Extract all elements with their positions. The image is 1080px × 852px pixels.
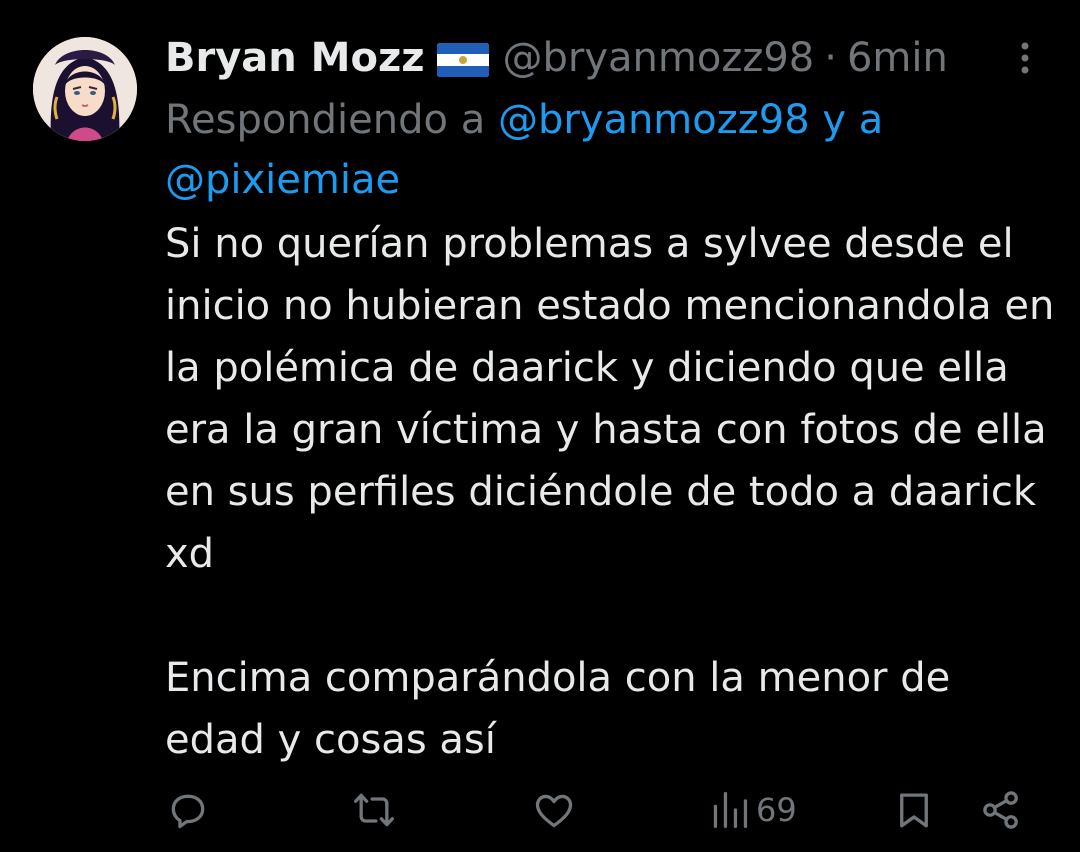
reply-icon	[171, 794, 205, 829]
tweet-paragraph-1: Si no querían problemas a sylvee desde e…	[165, 221, 1055, 577]
tweet-paragraph-2: Encima comparándola con la menor de edad…	[165, 655, 951, 763]
mention-link-1[interactable]: @bryanmozz98	[498, 97, 810, 143]
heart-icon	[535, 794, 573, 828]
more-options-button[interactable]	[1010, 40, 1040, 76]
retweet-icon	[354, 793, 394, 827]
views-count: 69	[756, 791, 797, 829]
share-button[interactable]	[979, 786, 1023, 834]
mention-link-2[interactable]: @pixiemiae	[165, 157, 400, 203]
views-button[interactable]: 69	[710, 786, 797, 834]
bookmark-icon	[900, 793, 928, 828]
bookmark-button[interactable]	[893, 786, 935, 834]
avatar-image	[33, 37, 137, 141]
share-icon	[983, 791, 1018, 829]
el-salvador-flag-icon	[436, 41, 489, 77]
more-vertical-icon	[1021, 42, 1029, 74]
separator-dot: ·	[824, 35, 837, 81]
avatar[interactable]	[33, 37, 137, 141]
views-icon	[713, 792, 748, 828]
tweet-header: Bryan Mozz @bryanmozz98 · 6min	[165, 30, 948, 86]
like-button[interactable]	[532, 786, 576, 834]
retweet-button[interactable]	[352, 786, 396, 834]
timestamp[interactable]: 6min	[847, 35, 948, 81]
action-bar: 69	[0, 780, 1080, 840]
reply-button[interactable]	[166, 786, 210, 834]
author-handle[interactable]: @bryanmozz98	[503, 35, 815, 81]
replying-to-line: Respondiendo a @bryanmozz98 y a @pixiemia…	[165, 90, 1025, 210]
replying-prefix: Respondiendo a	[165, 97, 486, 143]
replying-conjunction[interactable]: y a	[822, 97, 883, 143]
author-name[interactable]: Bryan Mozz	[165, 35, 425, 81]
tweet-text: Si no querían problemas a sylvee desde e…	[165, 213, 1055, 771]
